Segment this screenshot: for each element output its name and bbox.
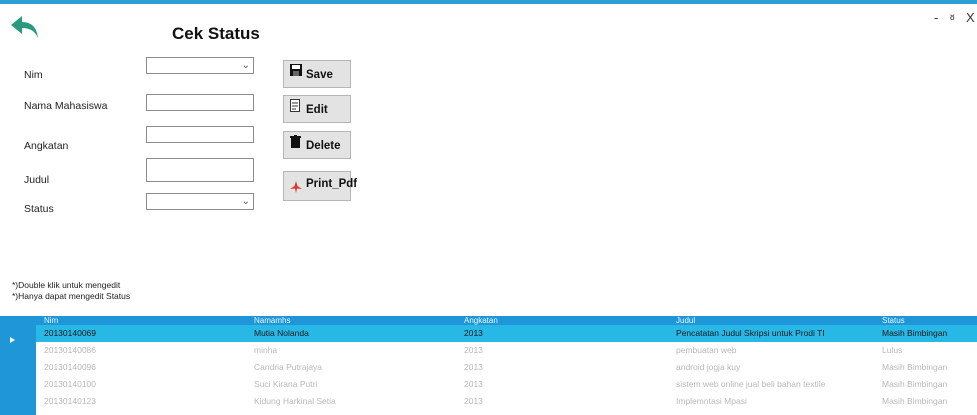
- cell-judul[interactable]: Pencatatan Judul Skripsi untuk Prodi TI: [676, 325, 825, 342]
- edit-button-label: Edit: [306, 104, 328, 116]
- status-data-grid[interactable]: Nim Namamhs Angkatan Judul Status 201301…: [0, 316, 977, 415]
- cell-judul[interactable]: android jogja kuy: [676, 359, 740, 376]
- cell-namamhs[interactable]: Suci Kirana Putri: [254, 376, 317, 393]
- column-header-nim[interactable]: Nim: [44, 316, 58, 325]
- save-button[interactable]: Save: [283, 60, 351, 88]
- cell-judul[interactable]: Implemntasi Mpasi: [676, 393, 747, 410]
- cell-namamhs[interactable]: Kidung Harkinal Setia: [254, 393, 336, 410]
- cell-judul[interactable]: pembuatan web: [676, 342, 737, 359]
- edit-hint-double-click: *)Double klik untuk mengedit: [12, 280, 121, 290]
- print-pdf-button-label: Print_Pdf: [306, 178, 358, 190]
- table-row[interactable]: 20130140123 Kidung Harkinal Setia 2013 I…: [36, 393, 977, 410]
- nama-mahasiswa-label: Nama Mahasiswa: [24, 100, 108, 112]
- restore-button[interactable]: ᴕ: [950, 12, 955, 23]
- judul-label: Judul: [24, 174, 50, 186]
- cell-status[interactable]: Masih Bimbingan: [882, 376, 947, 393]
- cell-nim[interactable]: 20130140069: [44, 325, 96, 342]
- minimize-button[interactable]: -: [934, 10, 938, 25]
- pdf-icon: [290, 181, 302, 196]
- column-header-namamhs[interactable]: Namamhs: [254, 316, 290, 325]
- nama-mahasiswa-input[interactable]: [146, 94, 254, 111]
- nim-combobox[interactable]: ⌄: [146, 57, 254, 74]
- cell-namamhs[interactable]: Candria Putrajaya: [254, 359, 322, 376]
- cell-namamhs[interactable]: Mutia Nolanda: [254, 325, 309, 342]
- angkatan-label: Angkatan: [24, 140, 69, 152]
- column-header-angkatan[interactable]: Angkatan: [464, 316, 498, 325]
- current-row-arrow-icon: [10, 337, 15, 343]
- grid-header: Nim Namamhs Angkatan Judul Status: [0, 316, 977, 325]
- edit-hint-status-only: *)Hanya dapat mengedit Status: [12, 291, 131, 301]
- close-button[interactable]: X: [966, 10, 975, 25]
- back-arrow-icon[interactable]: [10, 14, 40, 40]
- table-row[interactable]: 20130140096 Candria Putrajaya 2013 andro…: [36, 359, 977, 376]
- delete-button[interactable]: Delete: [283, 131, 351, 159]
- angkatan-input[interactable]: [146, 126, 254, 143]
- cell-status[interactable]: Masih Bimbingan: [882, 393, 947, 410]
- cell-nim[interactable]: 20130140086: [44, 342, 96, 359]
- table-row[interactable]: 20130140069 Mutia Nolanda 2013 Pencatata…: [36, 325, 977, 342]
- page-title: Cek Status: [172, 24, 260, 43]
- nim-label: Nim: [24, 69, 43, 81]
- chevron-down-icon[interactable]: ⌄: [242, 194, 250, 209]
- cell-angkatan[interactable]: 2013: [464, 393, 483, 410]
- floppy-disk-icon: [290, 64, 302, 79]
- table-row[interactable]: 20130140086 minha 2013 pembuatan web Lul…: [36, 342, 977, 359]
- cell-judul[interactable]: sistem web online jual beli bahan textil…: [676, 376, 825, 393]
- cell-nim[interactable]: 20130140100: [44, 376, 96, 393]
- cell-status[interactable]: Masih Bimbingan: [882, 325, 947, 342]
- cell-status[interactable]: Masih Bimbingan: [882, 359, 947, 376]
- table-row[interactable]: 20130140100 Suci Kirana Putri 2013 siste…: [36, 376, 977, 393]
- edit-button[interactable]: Edit: [283, 95, 351, 123]
- delete-button-label: Delete: [306, 140, 341, 152]
- cell-status[interactable]: Lulus: [882, 342, 902, 359]
- cell-angkatan[interactable]: 2013: [464, 342, 483, 359]
- judul-input[interactable]: [146, 158, 254, 182]
- print-pdf-button[interactable]: Print_Pdf: [283, 171, 357, 201]
- row-header-column[interactable]: [0, 325, 36, 415]
- column-header-status[interactable]: Status: [882, 316, 905, 325]
- cell-angkatan[interactable]: 2013: [464, 376, 483, 393]
- edit-document-icon: [290, 99, 301, 115]
- cell-nim[interactable]: 20130140123: [44, 393, 96, 410]
- cell-angkatan[interactable]: 2013: [464, 325, 483, 342]
- status-label: Status: [24, 203, 54, 215]
- trash-icon: [290, 135, 301, 151]
- cell-nim[interactable]: 20130140096: [44, 359, 96, 376]
- cell-namamhs[interactable]: minha: [254, 342, 277, 359]
- save-button-label: Save: [306, 69, 333, 81]
- chevron-down-icon[interactable]: ⌄: [242, 58, 250, 73]
- window-top-border: [0, 0, 977, 4]
- cell-angkatan[interactable]: 2013: [464, 359, 483, 376]
- status-combobox[interactable]: ⌄: [146, 193, 254, 210]
- column-header-judul[interactable]: Judul: [676, 316, 695, 325]
